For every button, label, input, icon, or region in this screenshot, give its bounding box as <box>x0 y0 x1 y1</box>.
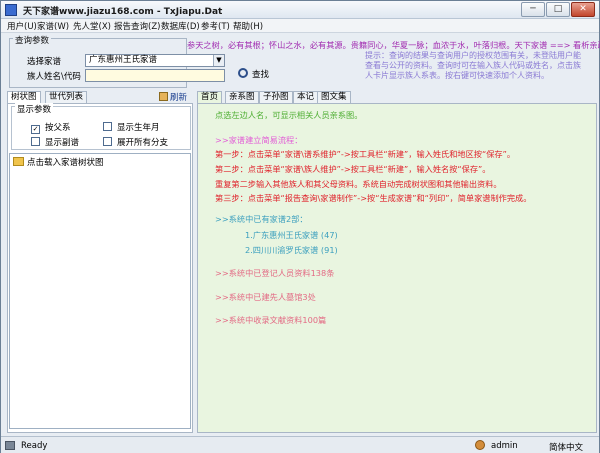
flow-step: 重复第二步输入其他族人和其父母资料。系统自动完成树状图和其他输出资料。 <box>215 179 502 189</box>
member-code-label: 族人姓名\代码 <box>27 72 81 82</box>
flow-step: 第三步：点击菜单“报告查询\家谱制作”->按“生成家谱”和“列印”，简单家谱制作… <box>215 193 532 203</box>
menu-database[interactable]: 数据库(D) <box>161 20 200 32</box>
refresh-button[interactable]: 刷新 <box>159 91 187 103</box>
minimize-button[interactable]: ─ <box>521 2 545 17</box>
tree-item[interactable]: 点击载入家谱树状图 <box>13 156 104 168</box>
menu-user[interactable]: 用户(U) <box>7 20 37 32</box>
documents-count: >>系统中收录文献资料100篇 <box>215 315 327 325</box>
menu-reference[interactable]: 参考(T) <box>201 20 230 32</box>
genealogy-label: 选择家谱 <box>27 57 62 67</box>
option-paternal-label: 按父系 <box>45 123 71 133</box>
chevron-down-icon[interactable]: ▼ <box>213 55 224 66</box>
tip-text: 提示：查询的结果与查询用户的授权范围有关，未登陆用户能查看与公开的资料。查询时可… <box>365 51 581 80</box>
ancestor-hall-count: >>系统中已建先人墓馆3处 <box>215 292 316 302</box>
option-paternal[interactable]: ✓ 按父系 <box>31 121 71 134</box>
maximize-button[interactable]: □ <box>546 2 570 17</box>
tab-tree-view[interactable]: 树状图 <box>7 91 41 103</box>
refresh-label: 刷新 <box>170 93 188 103</box>
status-text: Ready <box>21 441 48 451</box>
tab-home[interactable]: 首页 <box>197 91 223 103</box>
menu-help[interactable]: 帮助(H) <box>233 20 263 32</box>
checkbox-checked-icon[interactable]: ✓ <box>31 125 40 134</box>
member-code-input[interactable] <box>85 69 225 82</box>
genealogy-count-title: >>系统中已有家谱2部： <box>215 214 308 224</box>
tab-kinship-chart[interactable]: 亲系图 <box>225 91 259 103</box>
app-icon <box>5 4 17 16</box>
option-sub-genealogy[interactable]: 显示副谱 <box>31 136 79 148</box>
tab-generation-list[interactable]: 世代列表 <box>45 91 88 103</box>
query-legend: 查询参数 <box>13 34 52 46</box>
title-bar: 天下家谱www.jiazu168.com - TxJiapu.Dat ─ □ ✕ <box>1 1 599 19</box>
window-title: 天下家谱www.jiazu168.com - TxJiapu.Dat <box>23 7 223 17</box>
tree-view[interactable] <box>9 153 191 429</box>
option-expand-all[interactable]: 展开所有分支 <box>103 136 168 148</box>
search-button-label: 查找 <box>252 70 270 80</box>
menu-report-query[interactable]: 报告查询(Z) <box>114 20 160 32</box>
tab-biography[interactable]: 本记 <box>293 91 319 103</box>
flow-step: 第一步：点击菜单“家谱\谱系维护”->按工具栏“新建”，输入姓氏和地区按“保存”… <box>215 149 516 159</box>
genealogy-link[interactable]: 1.广东惠州王氏家谱 (47) <box>245 229 338 241</box>
status-icon <box>5 441 15 450</box>
binoculars-icon <box>238 68 248 78</box>
checkbox-icon[interactable] <box>103 122 112 131</box>
display-legend: 显示参数 <box>15 103 54 115</box>
folder-icon <box>13 157 24 166</box>
menu-bar: 用户(U) 家谱(W) 先人堂(X) 报告查询(Z) 数据库(D) 参考(T) … <box>1 19 599 33</box>
current-user: admin <box>491 441 518 451</box>
click-hint: 点选左边人名，可显示相关人员亲系图。 <box>215 110 363 120</box>
slogan-text: 参天之树，必有其根；怀山之水，必有其源。贵籍同心，华夏一脉；血浓于水，叶落归根。… <box>187 40 600 50</box>
option-expand-all-label: 展开所有分支 <box>117 138 169 148</box>
option-sub-genealogy-label: 显示副谱 <box>45 138 80 148</box>
close-button[interactable]: ✕ <box>571 2 595 17</box>
flow-title: >>家谱建立简易流程： <box>215 135 303 145</box>
option-birth-date[interactable]: 显示生年月 <box>103 121 160 133</box>
tab-descendant-chart[interactable]: 子孙图 <box>259 91 293 103</box>
search-button[interactable]: 查找 <box>235 68 281 83</box>
option-birth-date-label: 显示生年月 <box>117 123 160 133</box>
genealogy-select-value: 广东惠州王氏家谱 <box>89 55 158 65</box>
genealogy-link[interactable]: 2.四川川渝罗氏家谱 (91) <box>245 244 338 256</box>
refresh-icon <box>159 92 168 101</box>
flow-step: 第二步：点击菜单“家谱\族人维护”->按工具栏“新建”，输入姓名按“保存”。 <box>215 164 491 174</box>
tab-gallery[interactable]: 图文集 <box>317 91 351 103</box>
status-bar: Ready admin 简体中文 <box>1 436 599 453</box>
app-window: 天下家谱www.jiazu168.com - TxJiapu.Dat ─ □ ✕… <box>0 0 600 453</box>
tree-item-label: 点击载入家谱树状图 <box>27 158 104 168</box>
genealogy-select[interactable]: 广东惠州王氏家谱 ▼ <box>85 54 225 67</box>
menu-ancestor-hall[interactable]: 先人堂(X) <box>73 20 111 32</box>
menu-genealogy[interactable]: 家谱(W) <box>37 20 69 32</box>
checkbox-icon[interactable] <box>103 137 112 146</box>
language-version: 简体中文 <box>549 443 584 453</box>
people-count: >>系统中已登记人员资料138条 <box>215 268 335 278</box>
user-icon <box>475 440 485 450</box>
checkbox-icon[interactable] <box>31 137 40 146</box>
